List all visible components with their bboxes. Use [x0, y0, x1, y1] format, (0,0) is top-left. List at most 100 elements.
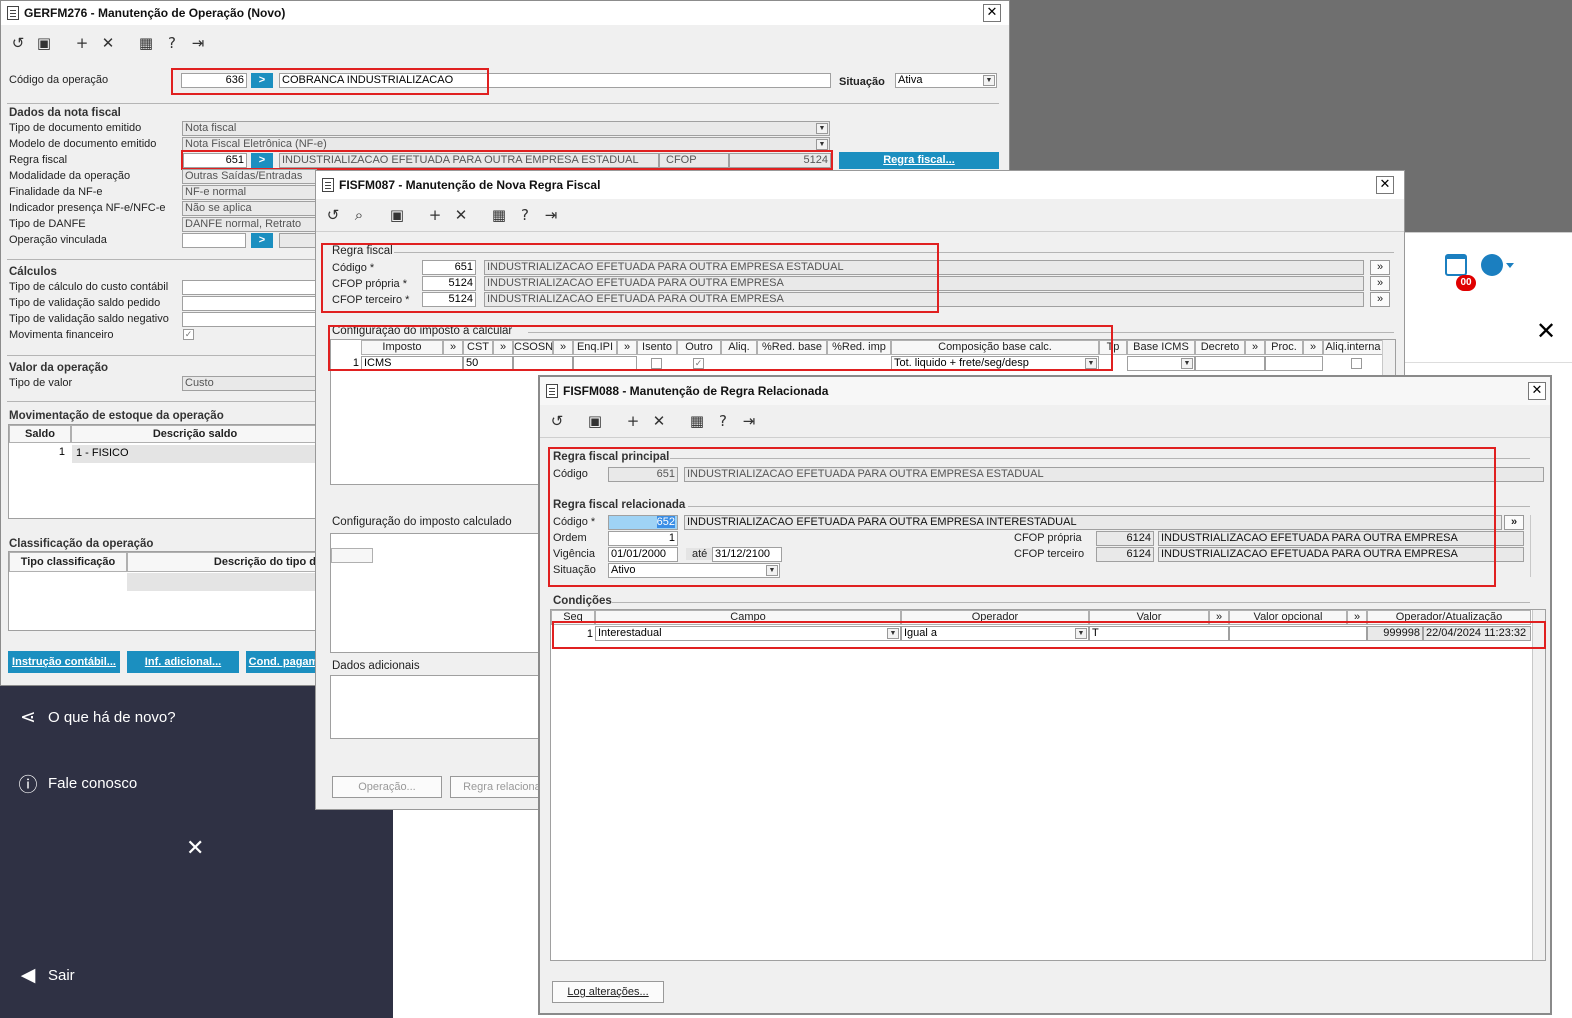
refresh-icon[interactable]: ↺ [548, 412, 566, 430]
operador-select[interactable]: Igual a ▼ [901, 626, 1089, 641]
outro-checkbox[interactable]: ✓ [693, 358, 704, 369]
seq-cell[interactable]: 1 [551, 628, 593, 640]
add-icon[interactable]: + [73, 34, 91, 52]
expand-button[interactable]: » [1370, 292, 1390, 307]
codigo-field[interactable]: 636 [181, 73, 247, 88]
modalidade-field[interactable]: Outras Saídas/Entradas [182, 169, 317, 184]
validacao-negativo-field[interactable] [182, 312, 317, 327]
save-icon[interactable]: ▣ [586, 412, 604, 430]
calc-custo-field[interactable] [182, 280, 317, 295]
operacao-button[interactable]: Operação... [332, 776, 442, 798]
field-value: Ativo [611, 564, 636, 576]
save-icon[interactable]: ▣ [388, 206, 406, 224]
calculos-header: Cálculos [9, 266, 57, 278]
sidebar-item-exit[interactable]: ◀ Sair [8, 964, 75, 986]
valor-cell[interactable]: T [1089, 626, 1229, 641]
lookup-button[interactable]: > [251, 73, 273, 88]
close-icon[interactable]: ✕ [186, 836, 204, 861]
expand-button[interactable]: » [1370, 260, 1390, 275]
expand-button[interactable]: » [1504, 515, 1524, 530]
calendar-icon[interactable]: ▦ [490, 206, 508, 224]
close-panel-icon[interactable]: ✕ [1536, 317, 1556, 345]
close-button[interactable]: ✕ [1376, 176, 1394, 194]
tipo-documento-select[interactable]: Nota fiscal ▼ [182, 121, 830, 136]
help-icon[interactable]: ? [163, 34, 181, 52]
validacao-pedido-field[interactable] [182, 296, 317, 311]
grid-row[interactable] [127, 573, 319, 591]
situacao-value: Ativa [898, 74, 923, 86]
calendar-icon[interactable]: ▦ [137, 34, 155, 52]
regra-codigo-field[interactable]: 651 [183, 153, 247, 168]
composicao-select[interactable]: Tot. liquido + frete/seg/desp ▼ [891, 356, 1099, 371]
movimenta-financeiro-checkbox[interactable]: ✓ [183, 329, 194, 340]
chevron-down-icon[interactable] [1506, 263, 1514, 268]
vigencia-inicio-field[interactable]: 01/01/2000 [608, 547, 678, 562]
divider [7, 259, 317, 260]
sidebar-item-whats-new[interactable]: ⋖ O que há de novo? [8, 706, 176, 728]
scrollbar[interactable] [1532, 610, 1545, 960]
descricao-field[interactable]: COBRANCA INDUSTRIALIZACAO [279, 73, 831, 88]
operacao-vinculada-field[interactable] [182, 233, 246, 248]
toolbar: ↺ ▣ + ✕ ▦? ⇥ [540, 405, 1550, 437]
log-alteracoes-button[interactable]: Log alterações... [552, 981, 664, 1003]
scrollbar[interactable] [1530, 515, 1543, 577]
sidebar-item-contact[interactable]: ⓘ Fale conosco [8, 772, 137, 796]
expand-button[interactable]: » [1370, 276, 1390, 291]
grid-header: CSOSN [513, 340, 553, 355]
saldo-cell[interactable]: 1 [9, 446, 69, 458]
cfop-propria-field[interactable]: 5124 [422, 276, 476, 291]
base-icms-select[interactable]: ▼ [1127, 356, 1195, 371]
lookup-button[interactable]: > [251, 153, 273, 168]
cfop-terceiro-field[interactable]: 5124 [422, 292, 476, 307]
campo-select[interactable]: Interestadual ▼ [595, 626, 901, 641]
cancel-icon[interactable]: ✕ [650, 412, 668, 430]
tipo-valor-field[interactable]: Custo [182, 376, 317, 391]
valor-opcional-cell[interactable] [1229, 626, 1367, 641]
vigencia-fim-field[interactable]: 31/12/2100 [712, 547, 782, 562]
refresh-icon[interactable]: ↺ [9, 34, 27, 52]
refresh-icon[interactable]: ↺ [324, 206, 342, 224]
situacao-select[interactable]: Ativa ▼ [895, 73, 997, 88]
user-avatar-icon[interactable] [1481, 254, 1503, 276]
saldo-desc-cell[interactable]: 1 - FISICO [72, 445, 319, 463]
ordem-field[interactable]: 1 [608, 531, 678, 546]
finalidade-field[interactable]: NF-e normal [182, 185, 317, 200]
enq-ipi-cell[interactable] [573, 356, 637, 371]
indicador-field[interactable]: Não se aplica [182, 201, 317, 216]
close-button[interactable]: ✕ [983, 4, 1001, 22]
cancel-icon[interactable]: ✕ [452, 206, 470, 224]
decreto-cell[interactable] [1195, 356, 1265, 371]
row-label: Modelo de documento emitido [9, 138, 157, 150]
search-icon[interactable]: ⌕ [350, 206, 368, 224]
grid-header: Tipo classificação [9, 552, 127, 572]
instrucao-contabil-button[interactable]: Instrução contábil... [8, 651, 120, 673]
inf-adicional-button[interactable]: Inf. adicional... [127, 651, 239, 673]
proc-cell[interactable] [1265, 356, 1323, 371]
cst-cell[interactable]: 50 [463, 356, 513, 371]
rel-codigo-field[interactable]: 652 [608, 515, 678, 530]
aliq-interna-checkbox[interactable] [1351, 358, 1362, 369]
exit-icon[interactable]: ⇥ [189, 34, 207, 52]
help-icon[interactable]: ? [714, 412, 732, 430]
lookup-button[interactable]: > [251, 233, 273, 248]
regra-fiscal-button[interactable]: Regra fiscal... [839, 152, 999, 169]
modelo-documento-select[interactable]: Nota Fiscal Eletrônica (NF-e) ▼ [182, 137, 830, 152]
calendar-icon[interactable] [1445, 254, 1467, 276]
isento-checkbox[interactable] [651, 358, 662, 369]
exit-icon[interactable]: ⇥ [740, 412, 758, 430]
calendar-icon[interactable]: ▦ [688, 412, 706, 430]
csosn-cell[interactable] [513, 356, 573, 371]
add-icon[interactable]: + [624, 412, 642, 430]
exit-icon[interactable]: ⇥ [542, 206, 560, 224]
codigo-field[interactable]: 651 [422, 260, 476, 275]
danfe-field[interactable]: DANFE normal, Retrato [182, 217, 317, 232]
save-icon[interactable]: ▣ [35, 34, 53, 52]
situacao-select[interactable]: Ativo ▼ [608, 563, 780, 578]
add-icon[interactable]: + [426, 206, 444, 224]
cancel-icon[interactable]: ✕ [99, 34, 117, 52]
imposto-cell[interactable]: ICMS [361, 356, 463, 371]
close-button[interactable]: ✕ [1528, 382, 1546, 400]
cond-pagamento-button[interactable]: Cond. pagam [246, 651, 321, 673]
grid-header: » [1209, 610, 1229, 625]
help-icon[interactable]: ? [516, 206, 534, 224]
